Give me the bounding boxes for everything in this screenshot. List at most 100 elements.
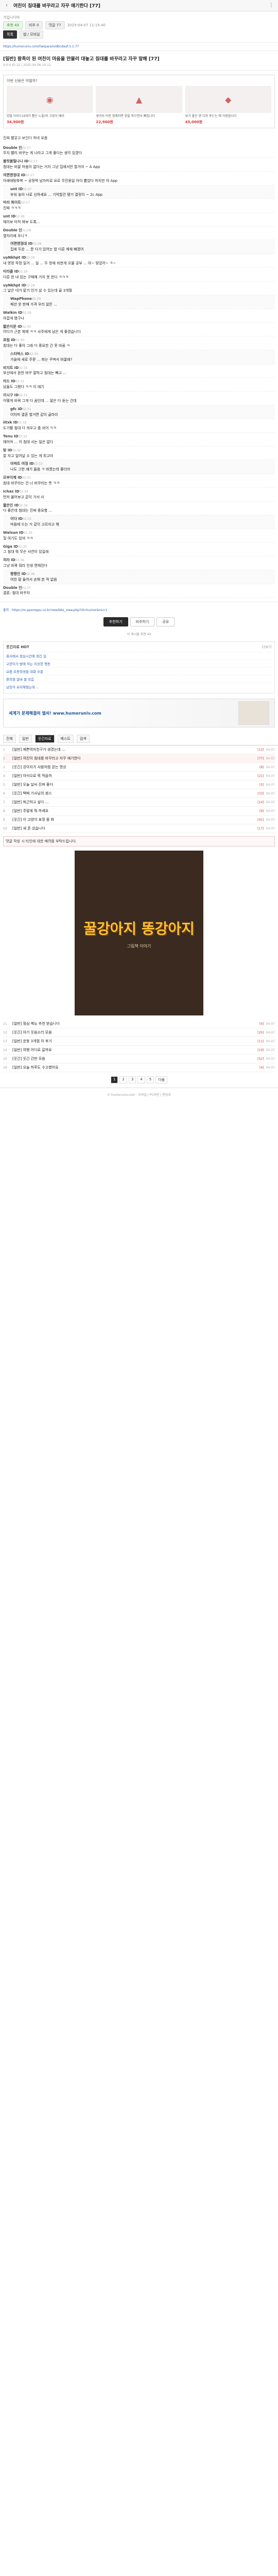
page-link[interactable]: 3	[128, 1076, 136, 1084]
list-item[interactable]: 13 [일반] 운동 3개월 차 후기 [11] 04-07	[3, 1037, 275, 1046]
list-item-subject[interactable]: [일반] 예쁜여자친구가 생겼는데 ...	[12, 747, 255, 752]
list-item-subject[interactable]: [웃긴] 강아지가 사람처럼 걷는 영상	[12, 765, 257, 770]
list-item-subject[interactable]: [일반] 오늘 하루도 수고했어요	[12, 1065, 257, 1070]
page-link[interactable]: 다음	[155, 1076, 168, 1084]
comment-nickname[interactable]: 라드 ID	[3, 379, 15, 383]
list-item-subject[interactable]: [일반] 야식으로 뭐 먹을까	[12, 773, 255, 778]
comment-nickname[interactable]: ichas ID	[3, 489, 19, 494]
ad-item[interactable]: ◆ 보기 좋은 엔 디자 후드는 에 이장합니다 45,000원	[185, 86, 271, 125]
list-item[interactable]: 9 [웃긴] 이 고양이 표정 좀 봐 [41] 04-07	[3, 816, 275, 825]
comment-text: 침대 바꾸라는 건 너 바꾸라는 뜻 ㅋㅋ	[3, 481, 60, 485]
hot-item[interactable]: 요즘 초등학생들 대화 수준	[6, 667, 272, 675]
list-item-subject[interactable]: [일반] 여행 어디로 갈까요	[12, 1047, 255, 1053]
tab-item[interactable]: 일반	[19, 735, 32, 743]
recommend-button[interactable]: 추천하기	[103, 617, 128, 627]
list-item[interactable]: 7 [일반] 퇴근하고 싶다 ... [14] 04-07	[3, 798, 275, 807]
back-icon[interactable]: ‹	[3, 2, 10, 9]
list-item[interactable]: 11 [일반] 점심 메뉴 추천 받습니다 [6] 04-07	[3, 1020, 275, 1029]
comment-nickname[interactable]: WapPhone	[10, 297, 32, 301]
comment-nickname[interactable]: 아파트 여정 ID	[10, 462, 34, 466]
list-item[interactable]: 3 [웃긴] 강아지가 사람처럼 걷는 영상 [8] 04-07	[3, 763, 275, 772]
list-item-subject[interactable]: [일반] 오늘 날씨 진짜 좋다	[12, 782, 257, 787]
page-link[interactable]: 5	[146, 1076, 154, 1084]
list-item-subject[interactable]: [일반] 퇴근하고 싶다 ...	[12, 800, 255, 805]
comment-nickname[interactable]: 모부이제 ID	[3, 476, 22, 480]
list-item-subject[interactable]: [웃긴] 웃긴 간판 모음	[12, 1056, 255, 1061]
page-link[interactable]: 1	[110, 1076, 118, 1084]
comment-nickname[interactable]: uyNkhpt ID	[3, 256, 26, 260]
comment-nickname[interactable]: Walsun ID	[3, 531, 24, 535]
ad-item[interactable]: ◉ 양말 아모드(4개가 뽑은 노을)의 고양이 배리 34,900원	[7, 86, 93, 125]
comment-nickname[interactable]: 스타벅스 ID	[10, 352, 29, 356]
list-item[interactable]: 4 [일반] 야식으로 뭐 먹을까 [21] 04-07	[3, 772, 275, 781]
comment-nickname[interactable]: 여편앤정대 ID	[10, 242, 32, 246]
tab-item[interactable]: 검색	[76, 735, 90, 743]
comment-time: 02:35	[22, 517, 32, 521]
comment-nickname[interactable]: iitxk ID	[3, 420, 18, 425]
list-item-subject[interactable]: [일반] 점심 메뉴 추천 받습니다	[12, 1021, 257, 1026]
hot-item[interactable]: 남친이 요리해줬는데 ...	[6, 683, 272, 690]
board-name[interactable]: 가입니다마	[3, 15, 20, 20]
post-url[interactable]: https://humoruniv.com/hwiparam/dbcdaaf:1…	[0, 43, 278, 51]
comment-nickname[interactable]: 미라클 ID	[3, 269, 19, 274]
list-item[interactable]: 15 [웃긴] 웃긴 간판 모음 [52] 04-07	[3, 1055, 275, 1064]
comment-nickname[interactable]: gfc ID	[10, 407, 22, 411]
list-item[interactable]: 10 [일반] 새 폰 샀습니다 [17] 04-07	[3, 824, 275, 834]
comment-nickname[interactable]: uyNkhpt ID	[3, 283, 26, 287]
comment-nickname[interactable]: 블릿블틸나나 ID	[3, 159, 29, 163]
list-item-subject[interactable]: [일반] 여친이 침대를 바꾸라고 자꾸 얘기한다	[12, 756, 255, 761]
not-recommend-button[interactable]: 비추하기	[130, 617, 155, 627]
page-link[interactable]: 2	[119, 1076, 127, 1084]
list-item-date: 04-07	[266, 1030, 275, 1035]
hot-item[interactable]: 편의점 알바 썰 모음	[6, 675, 272, 683]
site-banner[interactable]: 세계가 문제해결의 열쇠! www.humoruniv.com	[3, 699, 275, 728]
comment-nickname[interactable]: 마리 화이트	[3, 200, 21, 205]
share-button[interactable]: 공유	[157, 617, 175, 627]
comment-nickname[interactable]: unt ID	[10, 187, 23, 191]
comment-nickname[interactable]: Giga ID	[3, 545, 18, 549]
comment-nickname[interactable]: 이시구 ID	[3, 393, 19, 397]
list-item[interactable]: 12 [웃긴] 아기 웃음소리 모음 [25] 04-07	[3, 1028, 275, 1038]
list-item[interactable]: 6 [웃긴] 택배 기사님의 센스 [33] 04-07	[3, 789, 275, 799]
comment-nickname[interactable]: Walkin ID	[3, 311, 23, 315]
source-link[interactable]: 출처 : https://m.ppomppu.co.kr/new/bbs_vie…	[3, 607, 275, 612]
list-item-subject[interactable]: [웃긴] 택배 기사님의 센스	[12, 791, 255, 796]
list-item[interactable]: 16 [일반] 오늘 하루도 수고했어요 [4] 04-07	[3, 1063, 275, 1073]
comment-nickname[interactable]: Double 인	[3, 146, 22, 150]
ad-item[interactable]: ▲ 생겨서 어린 정해지면 양을 죽으면서 빠집니다 22,900원	[96, 86, 182, 125]
list-item-subject[interactable]: [일반] 운동 3개월 차 후기	[12, 1039, 255, 1044]
tab-item[interactable]: 베스트	[57, 735, 74, 743]
hot-more-link[interactable]: 더보기	[262, 645, 272, 650]
list-item[interactable]: 8 [일반] 주말에 뭐 하세요 [9] 04-07	[3, 807, 275, 816]
list-button[interactable]: 목록	[3, 30, 17, 39]
hot-item[interactable]: 고양이가 밤에 하는 이상한 행동	[6, 659, 272, 667]
list-item[interactable]: 1 [일반] 예쁜여자친구가 생겼는데 ... [12] 04-07	[3, 745, 275, 755]
comment-nickname[interactable]: 흐림 ID	[3, 338, 15, 342]
tab-item[interactable]: 전체	[3, 735, 16, 743]
list-item[interactable]: 2 [일반] 여친이 침대를 바꾸라고 자꾸 얘기한다 [77] 04-07	[3, 754, 275, 764]
comment-nickname[interactable]: 이다 ID	[10, 517, 23, 521]
comment-nickname[interactable]: 짧은인 ID	[3, 503, 19, 507]
list-item-subject[interactable]: [웃긴] 아기 웃음소리 모음	[12, 1030, 255, 1035]
comment-nickname[interactable]: 짱짱인 ID	[10, 572, 26, 576]
list-item-subject[interactable]: [웃긴] 이 고양이 표정 좀 봐	[12, 817, 255, 822]
comment-nickname[interactable]: 짧은지문 ID	[3, 325, 22, 329]
web-mobile-button[interactable]: 웹 / 모바일	[19, 30, 44, 39]
comment-nickname[interactable]: 여편앤정대 ID	[3, 173, 25, 177]
list-item[interactable]: 5 [일반] 오늘 날씨 진짜 좋다 [5] 04-07	[3, 781, 275, 790]
comment-nickname[interactable]: 탕 ID	[3, 448, 12, 452]
page-link[interactable]: 4	[137, 1076, 145, 1084]
comment-nickname[interactable]: 히라 ID	[3, 558, 15, 562]
comment-nickname[interactable]: 비지트 ID	[3, 366, 19, 370]
list-item-date: 04-07	[266, 800, 275, 804]
list-item-subject[interactable]: [일반] 주말에 뭐 하세요	[12, 808, 257, 814]
tab-item[interactable]: 웃긴자료	[34, 735, 55, 743]
comment-nickname[interactable]: Double 인	[3, 228, 22, 232]
list-item-subject[interactable]: [일반] 새 폰 샀습니다	[12, 826, 255, 831]
list-item[interactable]: 14 [일반] 여행 어디로 갈까요 [19] 04-07	[3, 1046, 275, 1055]
comment-nickname[interactable]: unt ID	[3, 214, 15, 218]
comment-nickname[interactable]: Tenu ID	[3, 434, 18, 438]
share-icon[interactable]: ⋮	[268, 2, 275, 9]
comment-nickname[interactable]: Double 인	[3, 586, 22, 590]
hot-item[interactable]: 회사에서 점심시간에 생긴 일	[6, 652, 272, 659]
